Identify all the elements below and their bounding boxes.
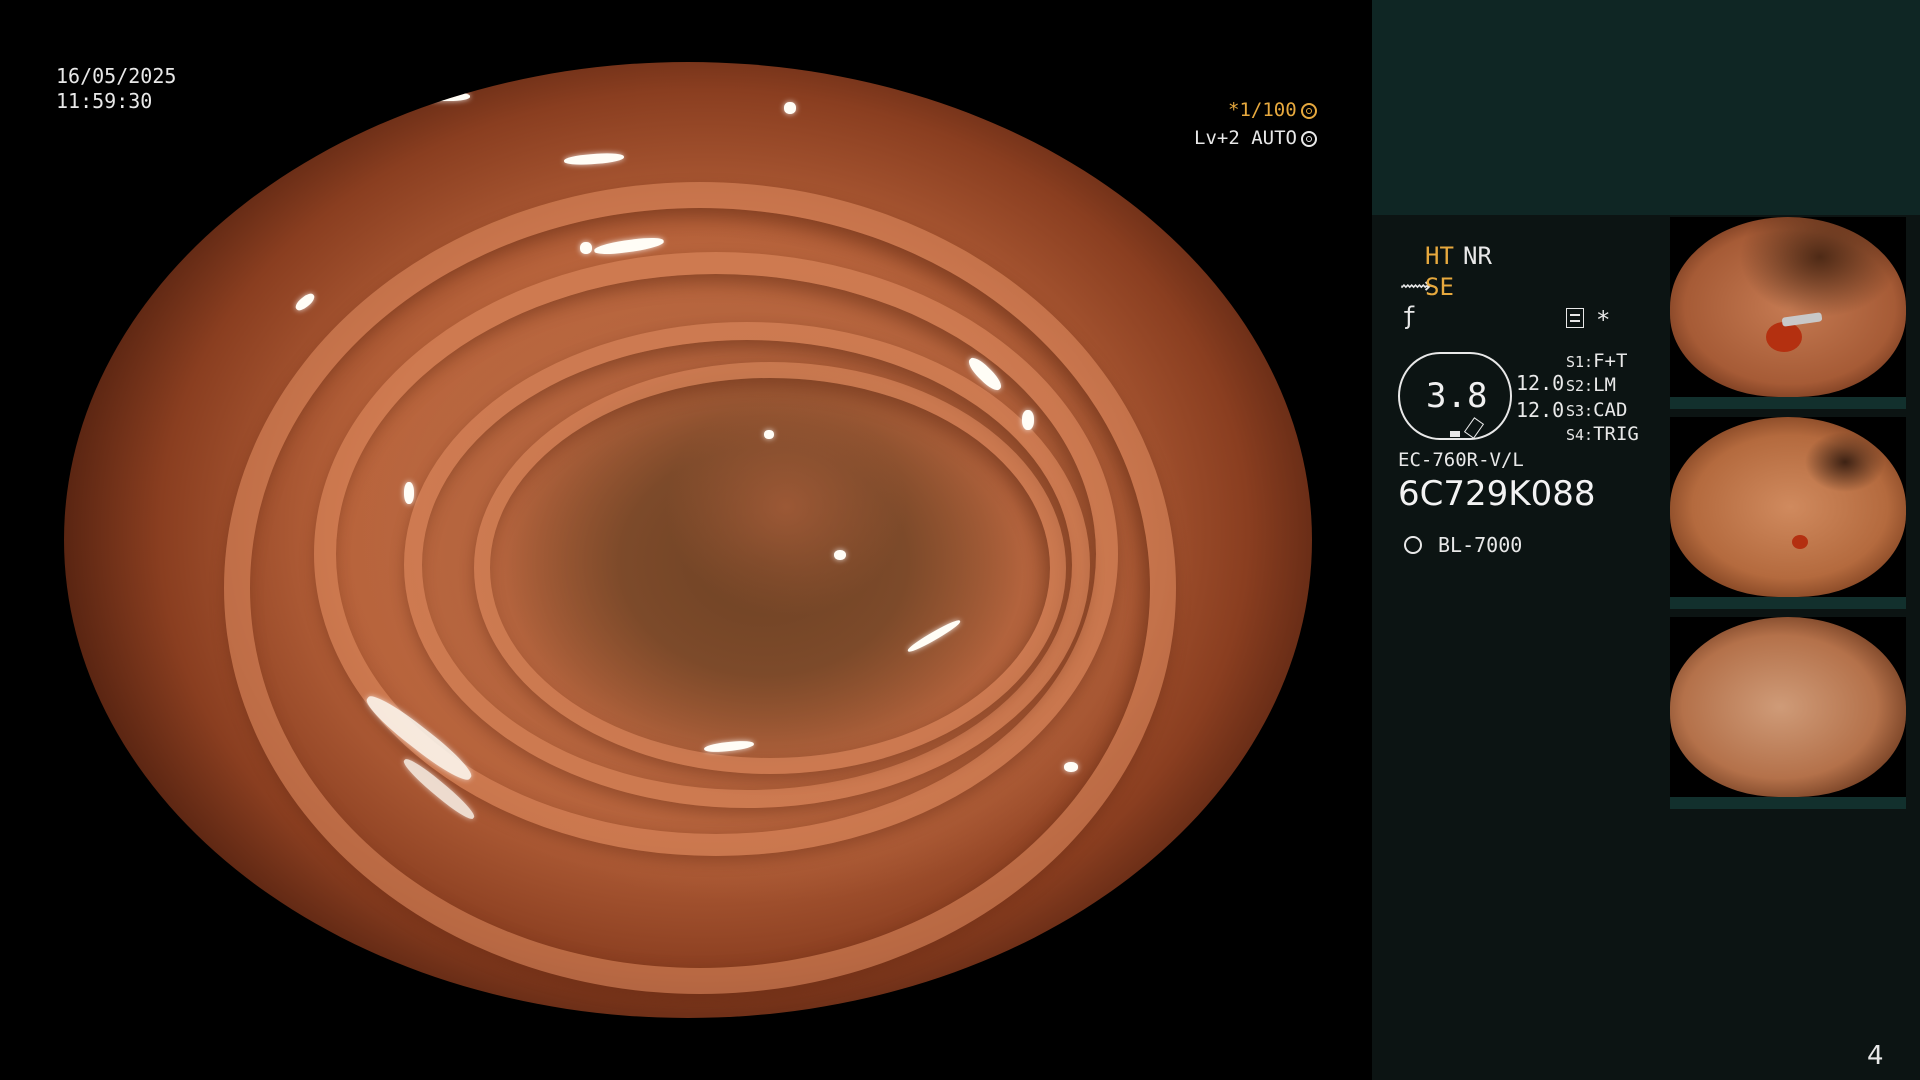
switch-value: TRIG <box>1593 423 1639 445</box>
thumbnail-bar <box>1670 597 1906 609</box>
switch-key: S3: <box>1566 402 1594 420</box>
bleeding-spot <box>1766 322 1802 352</box>
thumbnail-2[interactable] <box>1670 417 1906 609</box>
switch-value: F+T <box>1593 350 1628 372</box>
switch-row-1: S1:F+T <box>1566 350 1627 372</box>
specular-highlight <box>834 550 846 560</box>
switch-row-2: S2:LM <box>1566 374 1616 396</box>
switch-key: S2: <box>1566 377 1594 395</box>
side-panel-header <box>1372 0 1920 215</box>
switch-value: CAD <box>1593 399 1628 421</box>
endoscope-view <box>64 62 1312 1018</box>
bleeding-spot <box>1792 535 1808 549</box>
specular-highlight <box>424 92 470 101</box>
light-source: BL-7000 <box>1438 533 1523 557</box>
menu-icon <box>1566 308 1584 328</box>
switch-key: S4: <box>1566 426 1594 444</box>
scope-serial: 6C729K088 <box>1398 474 1596 514</box>
thumbnail-image <box>1670 617 1906 797</box>
specular-highlight <box>764 430 774 439</box>
thumbnail-bar <box>1670 797 1906 809</box>
time-display: 11:59:30 <box>56 89 153 113</box>
specular-highlight <box>1064 762 1078 772</box>
ratio-value: 3.8 <box>1426 376 1488 416</box>
star-indicator: * <box>1596 306 1611 334</box>
ht-indicator: HT <box>1425 242 1454 270</box>
specular-highlight <box>293 291 317 313</box>
specular-highlight <box>563 151 625 167</box>
page-number: 4 <box>1867 1041 1884 1071</box>
switch-value: LM <box>1593 374 1616 396</box>
scope-model: EC-760R-V/L <box>1398 449 1524 471</box>
zoom-ratio: *1/100 <box>1228 99 1297 121</box>
value-2: 12.0 <box>1516 398 1565 422</box>
specular-highlight <box>1013 85 1045 109</box>
thumbnail-1[interactable] <box>1670 217 1906 409</box>
specular-highlight <box>1022 410 1034 430</box>
ratio-mark-icon <box>1450 431 1460 437</box>
specular-highlight <box>580 242 592 254</box>
aperture-icon <box>1301 103 1317 119</box>
thumbnail-image <box>1670 417 1906 597</box>
switch-key: S1: <box>1566 353 1594 371</box>
switch-row-3: S3:CAD <box>1566 399 1627 421</box>
thumbnail-image <box>1670 217 1906 397</box>
freeze-icon: ƒ <box>1402 302 1417 330</box>
specular-highlight <box>404 482 414 504</box>
date-display: 16/05/2025 <box>56 64 177 88</box>
switch-row-4: S4:TRIG <box>1566 423 1639 445</box>
thumbnail-3[interactable] <box>1670 617 1906 809</box>
thumbnail-bar <box>1670 397 1906 409</box>
brightness-level: Lv+2 AUTO <box>1194 127 1297 149</box>
se-indicator: SE <box>1425 273 1454 301</box>
specular-highlight <box>784 102 796 114</box>
auto-iris-icon <box>1301 131 1317 147</box>
lumen-rim <box>474 362 1066 774</box>
value-1: 12.0 <box>1516 371 1565 395</box>
nr-indicator: NR <box>1463 242 1492 270</box>
light-source-icon <box>1404 536 1422 554</box>
